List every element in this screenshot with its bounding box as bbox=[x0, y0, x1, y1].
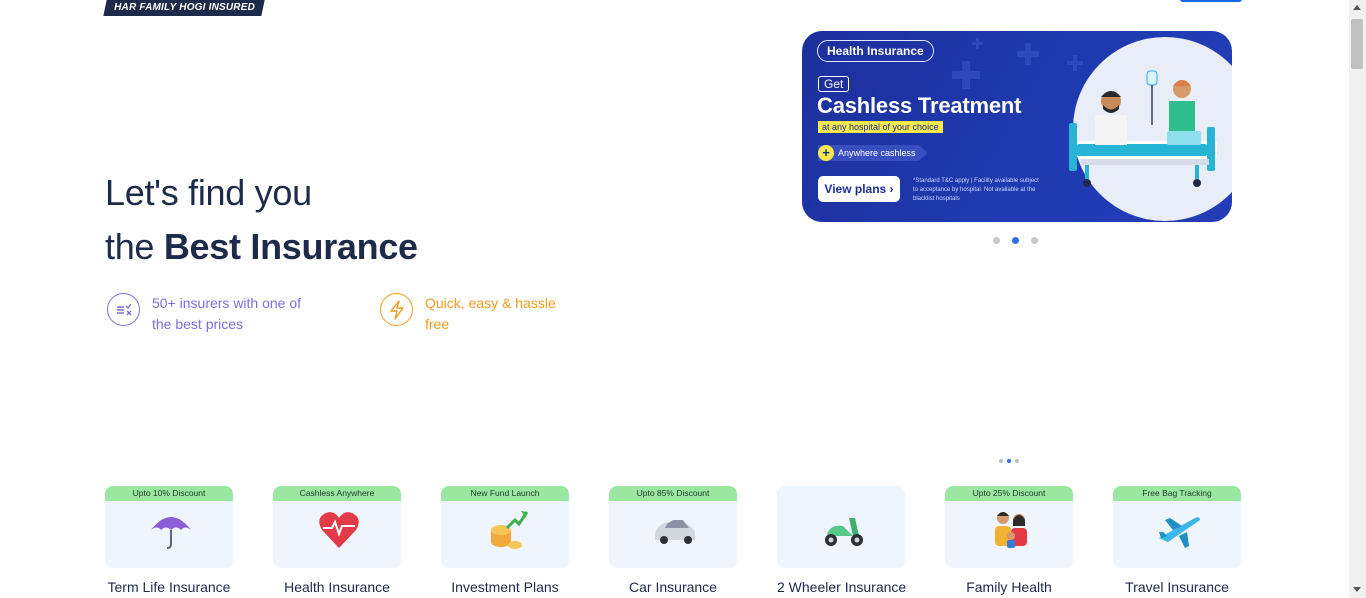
product-card[interactable]: Cashless Anywhere bbox=[273, 486, 401, 568]
page: HAR FAMILY HOGI INSURED Let's find you t… bbox=[0, 0, 1366, 598]
promo-banner[interactable]: Health Insurance Get Cashless Treatment … bbox=[802, 31, 1232, 222]
discount-badge: Upto 25% Discount bbox=[945, 486, 1073, 501]
product-name: Health Insurance bbox=[284, 579, 390, 595]
product-card[interactable]: New Fund Launch bbox=[441, 486, 569, 568]
hero-title-line1: Let's find you bbox=[105, 172, 312, 213]
feature-quick-text: Quick, easy & hassle free bbox=[425, 295, 556, 332]
banner-get-label: Get bbox=[818, 76, 850, 92]
carousel-dot-1[interactable] bbox=[993, 237, 1000, 244]
scroll-down-arrow-icon[interactable] bbox=[1353, 587, 1361, 592]
heart-pulse-icon bbox=[319, 512, 359, 548]
banner-tag: Anywhere cashless bbox=[818, 145, 928, 161]
product-card[interactable]: Upto 10% Discount bbox=[105, 486, 233, 568]
product-two-wheeler[interactable]: 2 Wheeler Insurance bbox=[777, 486, 907, 595]
product-name: Travel Insurance bbox=[1125, 579, 1229, 595]
hospital-bed-doctor-illustration-icon bbox=[1069, 37, 1232, 221]
header-action-button[interactable] bbox=[1180, 0, 1242, 2]
discount-badge: Upto 85% Discount bbox=[609, 486, 737, 501]
product-car[interactable]: Upto 85% Discount Car Insurance bbox=[609, 486, 737, 595]
product-name: Term Life Insurance bbox=[107, 579, 231, 595]
scooter-icon bbox=[825, 518, 863, 546]
product-investment[interactable]: New Fund Launch Investment Plans bbox=[441, 486, 569, 595]
coins-growth-icon bbox=[491, 511, 529, 549]
banner-fine-print: *Standard T&C apply | Facility available… bbox=[913, 178, 1039, 202]
products-dot-1[interactable] bbox=[999, 459, 1003, 463]
discount-badge: Upto 10% Discount bbox=[105, 486, 233, 501]
discount-badge: Cashless Anywhere bbox=[273, 486, 401, 501]
products-dot-3[interactable] bbox=[1015, 459, 1019, 463]
feature-insurers: 50+ insurers with one of the best prices bbox=[107, 293, 302, 335]
discount-badge: New Fund Launch bbox=[441, 486, 569, 501]
car-icon bbox=[655, 520, 695, 544]
product-health[interactable]: Cashless Anywhere Health Insurance bbox=[273, 486, 401, 595]
umbrella-icon bbox=[151, 517, 191, 549]
product-card[interactable]: Upto 25% Discount bbox=[945, 486, 1073, 568]
product-list: Upto 10% Discount Term Life Insurance Ca… bbox=[105, 486, 1281, 595]
family-icon bbox=[995, 512, 1027, 548]
product-card[interactable] bbox=[777, 486, 905, 568]
product-name: Family Health bbox=[966, 579, 1052, 595]
banner-headline: Cashless Treatment bbox=[817, 93, 1022, 118]
product-name: Car Insurance bbox=[629, 579, 717, 595]
banner-category-pill: Health Insurance bbox=[817, 40, 934, 62]
scroll-up-arrow-icon[interactable] bbox=[1353, 5, 1361, 10]
banner-carousel-dots bbox=[993, 237, 1038, 244]
discount-badge: Free Bag Tracking bbox=[1113, 486, 1241, 501]
view-plans-button[interactable]: View plans › bbox=[818, 176, 900, 202]
product-travel[interactable]: Free Bag Tracking Travel Insurance bbox=[1113, 486, 1241, 595]
carousel-dot-2[interactable] bbox=[1012, 237, 1019, 244]
scrollbar-thumb[interactable] bbox=[1351, 19, 1363, 69]
product-name: Investment Plans bbox=[451, 579, 559, 595]
brand-tagline: HAR FAMILY HOGI INSURED bbox=[103, 0, 265, 16]
compare-prices-icon bbox=[107, 293, 140, 326]
lightning-icon bbox=[380, 293, 413, 326]
feature-quick: Quick, easy & hassle free bbox=[380, 293, 575, 335]
page-scrollbar[interactable] bbox=[1349, 0, 1366, 598]
products-carousel-dots bbox=[999, 459, 1019, 463]
products-dot-2[interactable] bbox=[1007, 459, 1011, 463]
carousel-dot-3[interactable] bbox=[1031, 237, 1038, 244]
product-name: 2 Wheeler Insurance bbox=[777, 579, 907, 595]
plus-icon: + bbox=[818, 145, 834, 161]
airplane-icon bbox=[1159, 517, 1200, 548]
product-family-health[interactable]: Upto 25% Discount Family Health bbox=[945, 486, 1073, 595]
feature-insurers-text: 50+ insurers with one of the best prices bbox=[152, 295, 302, 332]
product-card[interactable]: Free Bag Tracking bbox=[1113, 486, 1241, 568]
product-card[interactable]: Upto 85% Discount bbox=[609, 486, 737, 568]
product-term-life[interactable]: Upto 10% Discount Term Life Insurance bbox=[105, 486, 233, 595]
banner-subline: at any hospital of your choice bbox=[818, 121, 943, 133]
hero-title-line2: the Best Insurance bbox=[105, 226, 418, 267]
